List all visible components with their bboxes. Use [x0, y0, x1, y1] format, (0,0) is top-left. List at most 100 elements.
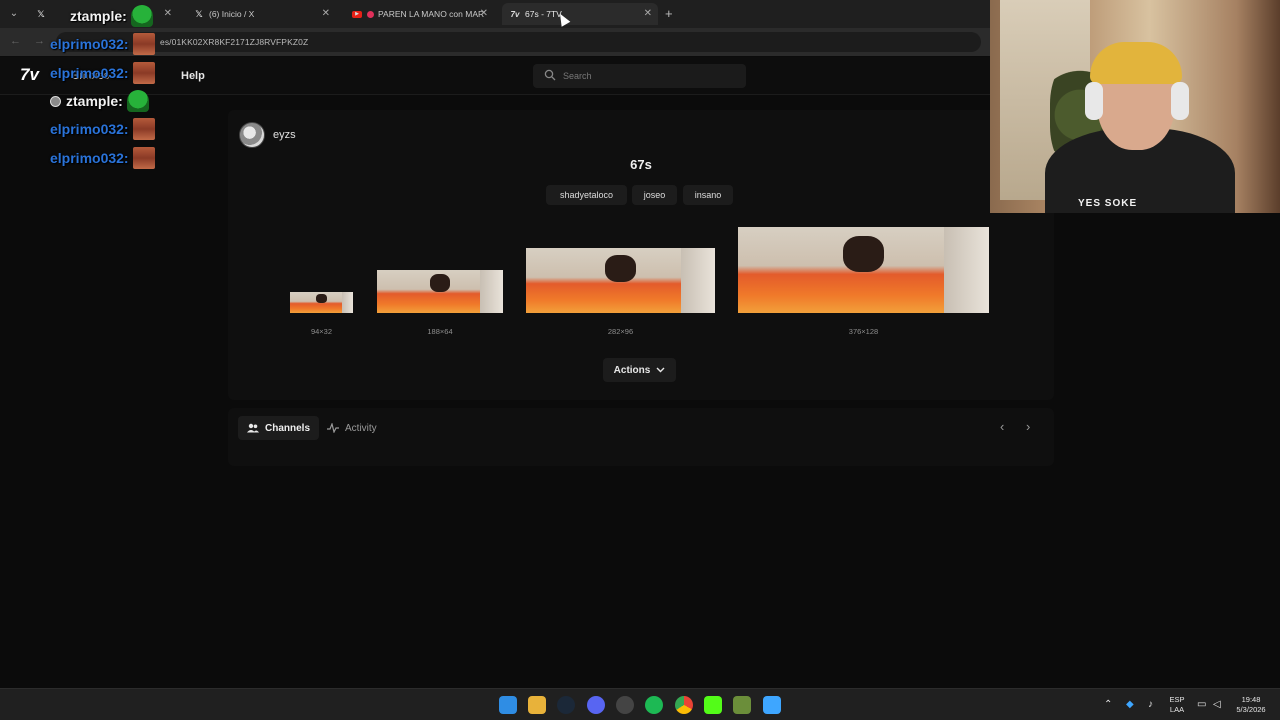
chat-emote	[132, 118, 155, 140]
chat-username: elprimo032:	[50, 121, 129, 137]
tag-shadyetaloco[interactable]: shadyetaloco	[546, 185, 627, 205]
chat-message: elprimo032:	[50, 147, 155, 169]
tab-7tv[interactable]: 7v 67s - 7TV ✕	[502, 3, 658, 25]
webcam-beanie	[1090, 42, 1182, 84]
tab-search-chevron-icon[interactable]: ⌄	[6, 6, 22, 22]
tab-x-home[interactable]: 𝕏 (6) Inicio / X ✕	[186, 3, 336, 25]
chevron-up-icon[interactable]: ⌃	[1104, 699, 1112, 710]
chat-message: elprimo032:	[50, 118, 155, 140]
language-top: ESP	[1169, 695, 1185, 704]
tab-label: Activity	[345, 422, 377, 434]
emote-preview-3x[interactable]	[526, 248, 715, 313]
emote-preview-4x[interactable]	[738, 227, 989, 313]
preview-curtain	[341, 292, 353, 313]
chat-emote	[132, 147, 155, 169]
volume-icon[interactable]: ◁	[1213, 699, 1221, 710]
security-shield-icon[interactable]: ◆	[1126, 699, 1134, 710]
7tv-logo[interactable]: 7v	[20, 65, 39, 85]
search-input[interactable]: Search	[533, 64, 746, 88]
chat-username: ztample:	[70, 8, 127, 24]
chevron-right-icon[interactable]: ›	[1026, 419, 1030, 434]
back-arrow-icon[interactable]: ←	[10, 35, 21, 47]
chat-message: ztample:	[50, 90, 149, 112]
shirt-print: YES SOKE	[1078, 198, 1138, 209]
size-label: 188×64	[427, 327, 453, 336]
file-explorer-icon[interactable]	[528, 696, 546, 714]
chat-username: elprimo032:	[50, 150, 129, 166]
chat-emote	[132, 33, 155, 55]
emote-card: eyzs 67s shadyetaloco joseo insano 94×32…	[228, 110, 1054, 400]
headphones-icon	[1171, 82, 1189, 120]
chevron-down-icon	[656, 367, 665, 373]
microphone-icon[interactable]: ♪	[1148, 699, 1153, 710]
language-bottom: LAA	[1169, 705, 1185, 714]
preview-curtain	[680, 248, 715, 313]
kick-icon[interactable]	[704, 696, 722, 714]
channels-panel: Channels Activity ‹ ›	[228, 408, 1054, 466]
tab-label: Channels	[265, 422, 311, 434]
preview-person	[605, 254, 636, 282]
tab-youtube[interactable]: ▶ PAREN LA MANO con MAR ✕	[344, 3, 494, 25]
chat-emote	[130, 5, 153, 27]
steam-icon[interactable]	[557, 696, 575, 714]
nav-help[interactable]: Help	[181, 70, 205, 82]
chat-emote	[126, 90, 149, 112]
close-icon[interactable]: ✕	[322, 8, 330, 19]
chat-emote	[132, 62, 155, 84]
chevron-left-icon[interactable]: ‹	[1000, 419, 1004, 434]
close-icon[interactable]: ✕	[644, 8, 652, 19]
close-icon[interactable]: ✕	[480, 8, 488, 19]
tab-activity[interactable]: Activity	[318, 416, 386, 440]
url-text[interactable]: es/01KK02XR8KF2171ZJ8RVFPKZ0Z	[160, 37, 308, 47]
chat-message: elprimo032:	[50, 62, 155, 84]
users-icon	[247, 423, 259, 433]
tab-channels[interactable]: Channels	[238, 416, 320, 440]
new-tab-button[interactable]: +	[665, 6, 673, 21]
chat-message: elprimo032:	[50, 33, 155, 55]
emote-owner[interactable]: eyzs	[239, 122, 296, 148]
preview-curtain	[480, 270, 503, 313]
chat-username: elprimo032:	[50, 65, 129, 81]
owner-name: eyzs	[273, 129, 296, 141]
language-indicator[interactable]: ESP LAA	[1166, 695, 1188, 715]
actions-label: Actions	[613, 364, 651, 376]
tag-joseo[interactable]: joseo	[632, 185, 677, 205]
discord-icon[interactable]	[587, 696, 605, 714]
windows-start-icon[interactable]	[499, 696, 517, 714]
tag-insano[interactable]: insano	[683, 185, 733, 205]
7tv-icon: 7v	[510, 9, 520, 19]
size-label: 94×32	[310, 327, 333, 336]
minecraft-icon[interactable]	[733, 696, 751, 714]
emote-preview-1x[interactable]	[290, 292, 353, 313]
search-icon	[544, 69, 556, 81]
network-icon[interactable]: ▭	[1197, 699, 1206, 710]
obs-icon[interactable]	[616, 696, 634, 714]
preview-curtain	[943, 227, 989, 313]
avatar	[239, 122, 265, 148]
spotify-icon[interactable]	[645, 696, 663, 714]
youtube-icon: ▶	[352, 10, 362, 18]
emote-title: 67s	[630, 157, 652, 172]
activity-icon	[327, 423, 339, 433]
tab-title: PAREN LA MANO con MAR	[378, 9, 485, 19]
size-label: 376×128	[848, 327, 879, 336]
search-placeholder: Search	[563, 71, 592, 81]
preview-person	[429, 274, 451, 293]
webcam-overlay: YES SOKE	[990, 0, 1280, 213]
actions-button[interactable]: Actions	[603, 358, 676, 382]
recording-dot-icon	[367, 10, 374, 18]
chrome-icon[interactable]	[675, 696, 693, 714]
badge-icon	[50, 95, 61, 107]
x-icon: 𝕏	[195, 8, 203, 19]
chat-username: ztample:	[66, 93, 123, 109]
clock[interactable]: 19:48 5/3/2026	[1230, 695, 1272, 715]
chat-username: elprimo032:	[50, 36, 129, 52]
notepad-icon[interactable]	[763, 696, 781, 714]
size-label: 282×96	[607, 327, 634, 336]
emote-preview-2x[interactable]	[377, 270, 503, 313]
tab-title: (6) Inicio / X	[209, 9, 255, 19]
forward-arrow-icon[interactable]: →	[34, 35, 45, 47]
x-icon: 𝕏	[37, 8, 45, 19]
chat-message: ztample:	[70, 5, 153, 27]
close-icon[interactable]: ✕	[164, 8, 172, 19]
